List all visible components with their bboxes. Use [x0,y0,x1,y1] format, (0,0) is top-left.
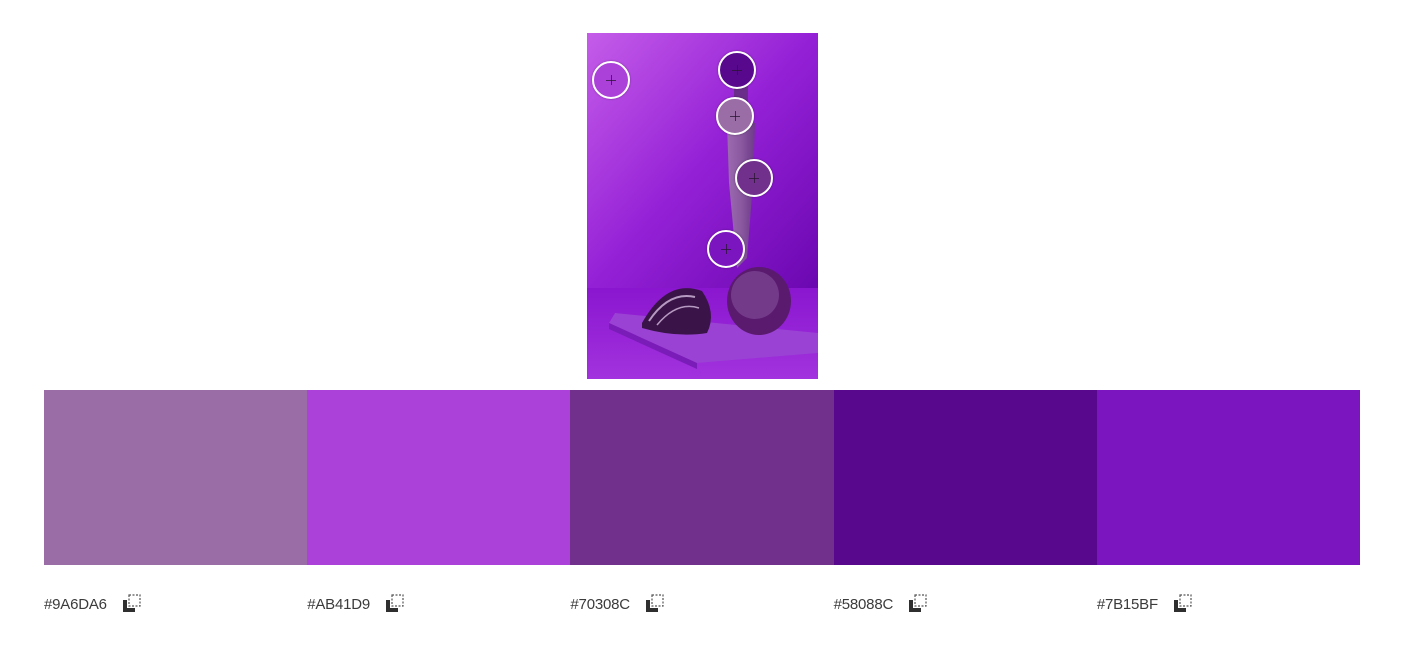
copy-icon[interactable] [384,593,406,615]
swatch-label-2: #AB41D9 [307,590,570,618]
hex-value[interactable]: #9A6DA6 [44,596,107,613]
palette-swatches [44,390,1361,565]
color-picker-2[interactable] [718,51,756,89]
color-picker-3[interactable] [716,97,754,135]
source-image [587,33,818,379]
swatch-label-1: #9A6DA6 [44,590,307,618]
swatch-3[interactable] [570,390,834,565]
swatch-label-3: #70308C [570,590,833,618]
swatch-1[interactable] [44,390,308,565]
hex-value[interactable]: #58088C [834,596,894,613]
swatch-4[interactable] [833,390,1097,565]
color-picker-5[interactable] [707,230,745,268]
hex-value[interactable]: #7B15BF [1097,596,1158,613]
palette-labels: #9A6DA6 #AB41D9 #70308C #58088C #7B15BF [44,590,1360,618]
swatch-2[interactable] [307,390,571,565]
copy-icon[interactable] [121,593,143,615]
hex-value[interactable]: #AB41D9 [307,596,370,613]
swatch-5[interactable] [1096,390,1361,565]
swatch-label-4: #58088C [834,590,1097,618]
copy-icon[interactable] [644,593,666,615]
swatch-label-5: #7B15BF [1097,590,1360,618]
color-picker-1[interactable] [592,61,630,99]
color-picker-4[interactable] [735,159,773,197]
copy-icon[interactable] [907,593,929,615]
hex-value[interactable]: #70308C [570,596,630,613]
copy-icon[interactable] [1172,593,1194,615]
